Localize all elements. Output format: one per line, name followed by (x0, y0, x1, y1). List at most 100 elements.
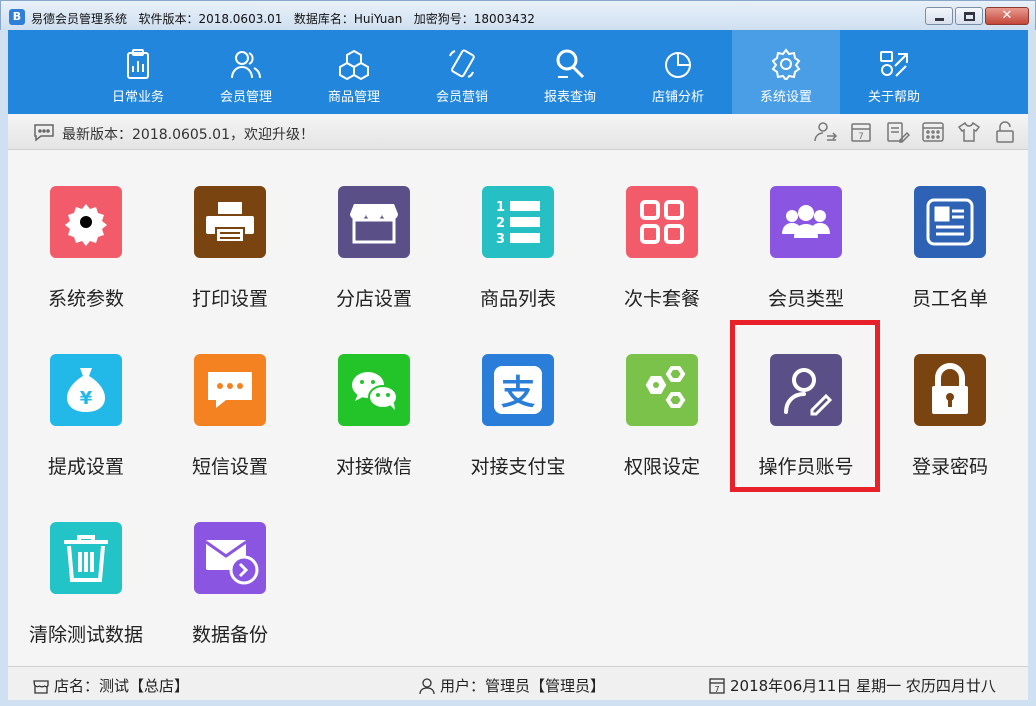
tile-label: 清除测试数据 (28, 624, 143, 646)
tile-label: 打印设置 (191, 288, 268, 310)
svg-text:支: 支 (501, 373, 535, 413)
help-icon (880, 51, 908, 77)
group-icon (782, 205, 830, 238)
hexagons-icon (645, 366, 686, 408)
phone-icon (449, 49, 475, 78)
nav-label: 店铺分析 (651, 90, 704, 105)
tile-print-settings[interactable]: 打印设置 (160, 150, 300, 310)
trash-icon (64, 535, 108, 582)
tile-wechat[interactable]: 对接微信 (304, 318, 444, 478)
boxes-icon (339, 49, 369, 80)
tile-product-list[interactable]: 123 商品列表 (448, 150, 588, 310)
users-icon (231, 51, 261, 79)
settings-panel: 系统参数 打印设置 分店设置 123 商品列表 次卡套餐 会员类型 员工名单 ¥… (8, 150, 1028, 666)
alipay-icon: 支 (494, 366, 542, 414)
tile-icon-box: 123 (482, 186, 554, 258)
nav-item-analysis[interactable]: 店铺分析 (624, 30, 732, 114)
nav-item-help[interactable]: 关于帮助 (840, 30, 948, 114)
chat-bubble-icon (34, 124, 54, 142)
svg-text:7: 7 (858, 132, 864, 142)
shirt-icon[interactable] (956, 120, 982, 144)
tile-label: 分店设置 (335, 288, 412, 310)
clipboard-chart-icon (127, 49, 149, 79)
selection-highlight (730, 320, 880, 492)
nav-label: 会员管理 (219, 90, 272, 105)
nav-item-marketing[interactable]: 会员营销 (408, 30, 516, 114)
numbered-list-icon: 123 (496, 200, 540, 247)
store-icon (350, 204, 398, 244)
date-info: 7 2018年06月11日 星期一 农历四月廿八 (708, 675, 996, 696)
minimize-icon (935, 18, 944, 21)
tile-icon-box (770, 186, 842, 258)
tile-icon-box (626, 354, 698, 426)
tile-label: 对接微信 (335, 456, 412, 478)
edit-note-icon[interactable] (884, 120, 910, 144)
tile-login-password[interactable]: 登录密码 (880, 318, 1020, 478)
calendar-icon[interactable]: 7 (848, 120, 874, 144)
lock-icon[interactable] (992, 120, 1018, 144)
close-icon: ✕ (1001, 8, 1013, 23)
tile-sms-settings[interactable]: 短信设置 (160, 318, 300, 478)
grid-icon (640, 200, 684, 244)
tile-icon-box (194, 522, 266, 594)
switch-user-icon[interactable] (812, 120, 838, 144)
nav-item-members[interactable]: 会员管理 (192, 30, 300, 114)
tile-data-backup[interactable]: 数据备份 (160, 486, 300, 646)
window-controls: ✕ (925, 7, 1029, 25)
tile-branch-settings[interactable]: 分店设置 (304, 150, 444, 310)
nav-label: 会员营销 (435, 90, 488, 105)
nav-item-daily[interactable]: 日常业务 (84, 30, 192, 114)
tile-label: 短信设置 (191, 456, 268, 478)
nav-item-products[interactable]: 商品管理 (300, 30, 408, 114)
tile-staff-list[interactable]: 员工名单 (880, 150, 1020, 310)
tile-label: 员工名单 (911, 288, 988, 310)
lock-icon (932, 363, 968, 414)
tile-label: 商品列表 (479, 288, 556, 310)
svg-text:1: 1 (496, 200, 505, 215)
tile-commission-settings[interactable]: ¥ 提成设置 (16, 318, 156, 478)
title-bar: B 易德会员管理系统 软件版本：2018.0603.01 数据库名：HuiYua… (0, 0, 1036, 30)
close-button[interactable]: ✕ (985, 7, 1029, 25)
nav-item-reports[interactable]: 报表查询 (516, 30, 624, 114)
tile-label: 登录密码 (911, 456, 988, 478)
tile-clear-test-data[interactable]: 清除测试数据 (16, 486, 156, 646)
version-message: 最新版本：2018.0605.01，欢迎升级！ (62, 127, 314, 143)
nav-label: 报表查询 (543, 90, 596, 105)
printer-icon (206, 202, 254, 243)
tile-icon-box (914, 354, 986, 426)
calculator-icon[interactable] (920, 120, 946, 144)
gear-icon (65, 204, 107, 246)
store-info: 店名：测试【总店】 (32, 675, 189, 696)
tile-card-packages[interactable]: 次卡套餐 (592, 150, 732, 310)
tile-label: 系统参数 (47, 288, 124, 310)
status-bar: 店名：测试【总店】 用户：管理员【管理员】 7 2018年06月11日 星期一 … (8, 666, 1028, 700)
tile-icon-box: 支 (482, 354, 554, 426)
tile-icon-box (50, 186, 122, 258)
minimize-button[interactable] (925, 7, 953, 25)
nav-label: 关于帮助 (867, 90, 920, 105)
tile-icon-box (194, 186, 266, 258)
tile-system-params[interactable]: 系统参数 (16, 150, 156, 310)
store-name: 店名：测试【总店】 (54, 677, 190, 695)
chat-icon (208, 372, 252, 408)
tile-member-types[interactable]: 会员类型 (736, 150, 876, 310)
wechat-icon (352, 372, 398, 410)
app-icon: B (9, 9, 25, 25)
toolbar-icons: 7 (812, 120, 1018, 144)
tile-label: 数据备份 (191, 624, 268, 646)
tile-label: 权限设定 (623, 456, 700, 478)
store-icon (33, 679, 49, 694)
tile-icon-box (338, 186, 410, 258)
main-nav: 日常业务 会员管理 商品管理 会员营销 报表查询 店铺分析 系统设置 关于帮助 (8, 30, 1028, 114)
nav-item-settings[interactable]: 系统设置 (732, 30, 840, 114)
maximize-button[interactable] (955, 7, 983, 25)
tile-icon-box: ¥ (50, 354, 122, 426)
tile-alipay[interactable]: 支 对接支付宝 (448, 318, 588, 478)
tile-icon-box (338, 354, 410, 426)
user-name: 用户：管理员【管理员】 (440, 677, 606, 695)
tile-permissions[interactable]: 权限设定 (592, 318, 732, 478)
nav-label: 系统设置 (759, 90, 812, 105)
tile-label: 对接支付宝 (470, 456, 566, 478)
pie-chart-icon (665, 52, 691, 78)
gear-icon (771, 48, 801, 80)
